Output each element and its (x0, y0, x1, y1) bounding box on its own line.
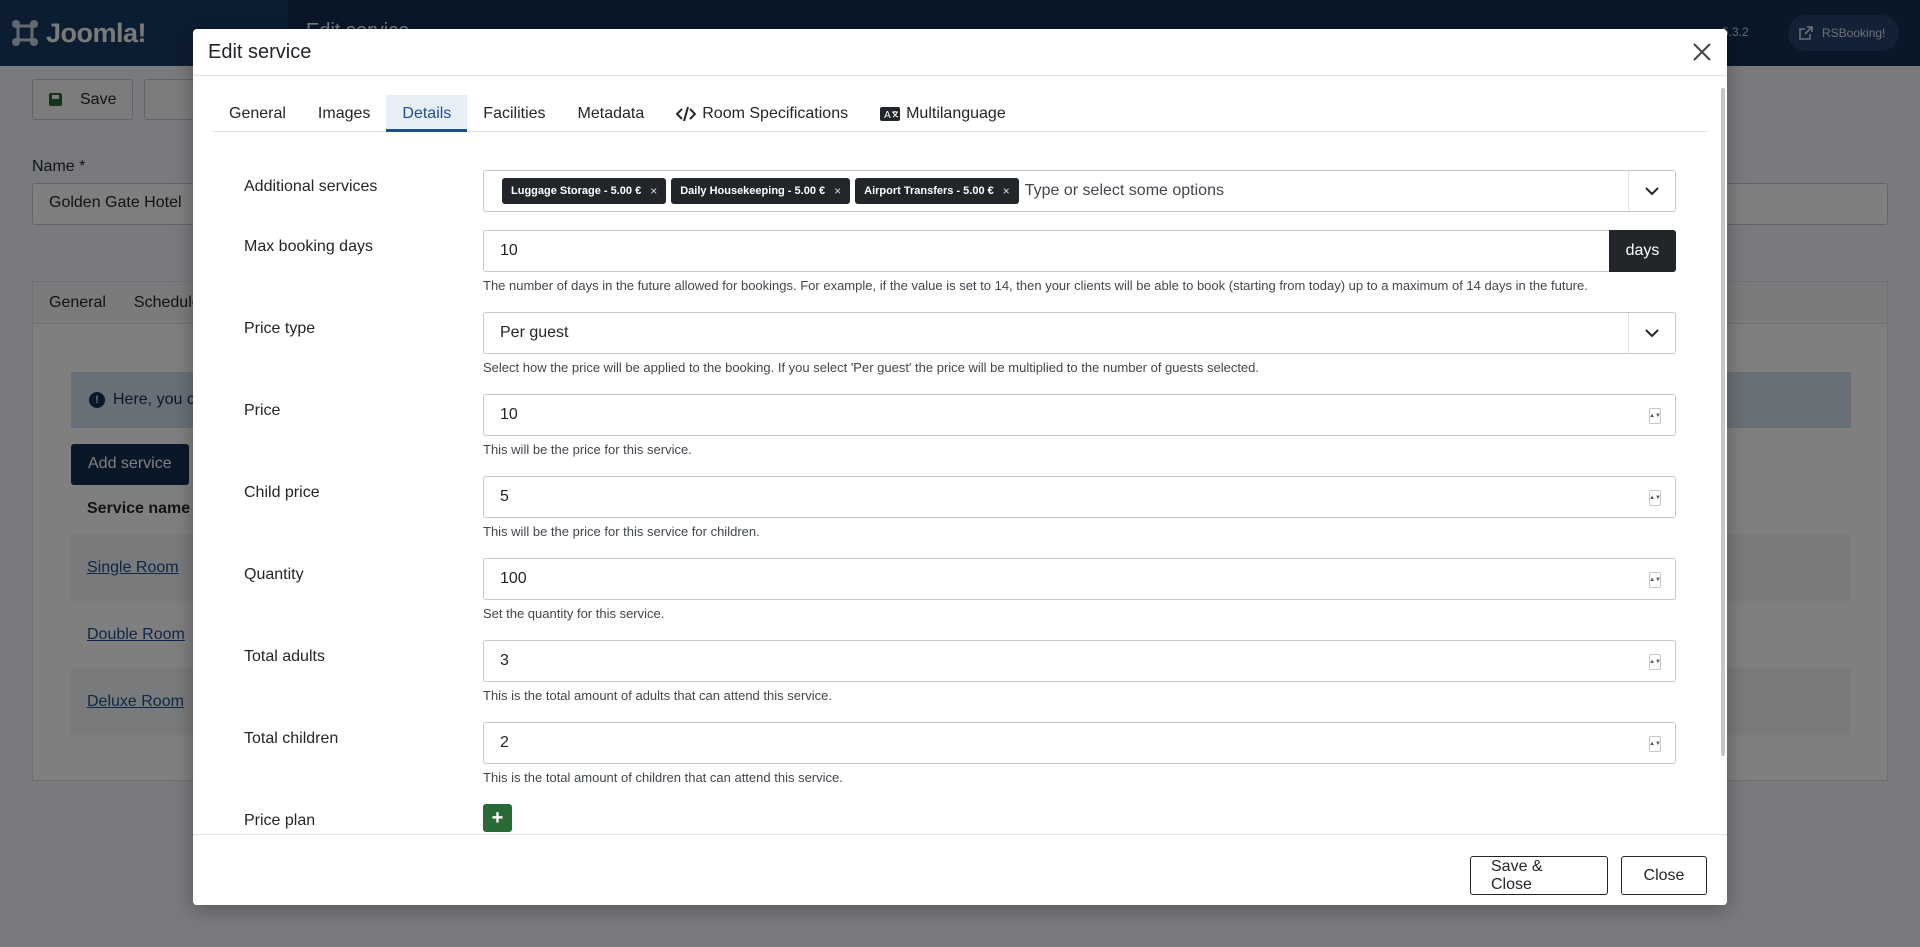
modal-header: Edit service (193, 29, 1727, 76)
quantity-label: Quantity (244, 566, 304, 583)
price-help: This will be the price for this service. (483, 442, 692, 457)
remove-chip-icon[interactable]: × (834, 184, 841, 198)
remove-chip-icon[interactable]: × (1003, 184, 1010, 198)
modal-footer: Save & Close Close (193, 834, 1727, 905)
number-spinner-icon[interactable]: ▲▼ (1649, 408, 1661, 424)
chip-luggage-storage: Luggage Storage - 5.00 € × (502, 178, 667, 204)
number-spinner-icon[interactable]: ▲▼ (1649, 654, 1661, 670)
language-icon: A (880, 106, 901, 121)
price-input[interactable]: 10 ▲▼ (483, 394, 1676, 436)
child-price-label: Child price (244, 484, 320, 501)
svg-text:A: A (884, 110, 891, 121)
tab-general[interactable]: General (213, 95, 302, 132)
price-plan-label: Price plan (244, 812, 316, 829)
price-type-help: Select how the price will be applied to … (483, 360, 1260, 375)
code-icon (676, 106, 697, 121)
tab-details[interactable]: Details (386, 95, 468, 132)
chevron-down-icon (1645, 328, 1659, 337)
price-label: Price (244, 402, 281, 419)
edit-service-modal: Edit service General Images Details Faci… (193, 29, 1727, 905)
tab-label: Images (317, 104, 371, 122)
max-booking-days-input[interactable]: 10 days (483, 230, 1676, 272)
tab-label: Facilities (483, 104, 546, 122)
tab-facilities[interactable]: Facilities (467, 95, 561, 132)
chip-label: Luggage Storage - 5.00 € (511, 185, 642, 197)
total-children-input[interactable]: 2 ▲▼ (483, 722, 1676, 764)
total-adults-label: Total adults (244, 648, 325, 665)
quantity-value: 100 (500, 570, 527, 587)
tab-images[interactable]: Images (302, 95, 386, 132)
number-spinner-icon[interactable]: ▲▼ (1649, 490, 1661, 506)
total-adults-value: 3 (500, 652, 509, 669)
child-price-help: This will be the price for this service … (483, 524, 760, 539)
total-children-value: 2 (500, 734, 509, 751)
remove-chip-icon[interactable]: × (650, 184, 657, 198)
number-spinner-icon[interactable]: ▲▼ (1649, 572, 1661, 588)
child-price-value: 5 (500, 488, 509, 505)
modal-tabs: General Images Details Facilities Metada… (213, 95, 1707, 132)
price-value: 10 (500, 406, 518, 423)
chip-label: Daily Housekeeping - 5.00 € (680, 185, 826, 197)
additional-services-label: Additional services (244, 178, 378, 195)
tab-room-specifications[interactable]: Room Specifications (660, 95, 864, 132)
total-adults-help: This is the total amount of adults that … (483, 688, 833, 703)
chip-daily-housekeeping: Daily Housekeeping - 5.00 € × (671, 178, 851, 204)
number-spinner-icon[interactable]: ▲▼ (1649, 736, 1661, 752)
add-price-plan-button[interactable]: + (483, 804, 512, 832)
price-type-label: Price type (244, 320, 316, 337)
tab-label: General (229, 104, 286, 122)
scrollbar[interactable] (1721, 88, 1725, 756)
chip-label: Airport Transfers - 5.00 € (864, 185, 994, 197)
modal-title: Edit service (208, 40, 312, 63)
child-price-input[interactable]: 5 ▲▼ (483, 476, 1676, 518)
total-adults-input[interactable]: 3 ▲▼ (483, 640, 1676, 682)
max-booking-days-help: The number of days in the future allowed… (483, 278, 1588, 293)
tab-metadata[interactable]: Metadata (562, 95, 661, 132)
additional-services-search[interactable]: Type or select some options (1025, 182, 1224, 200)
quantity-input[interactable]: 100 ▲▼ (483, 558, 1676, 600)
close-button[interactable]: Close (1621, 856, 1707, 895)
dropdown-toggle[interactable] (1628, 171, 1675, 211)
tab-label: Details (402, 104, 452, 122)
quantity-help: Set the quantity for this service. (483, 606, 665, 621)
tab-label: Room Specifications (702, 104, 849, 122)
total-children-help: This is the total amount of children tha… (483, 770, 843, 785)
additional-services-select[interactable]: Luggage Storage - 5.00 € × Daily Housekee… (483, 170, 1676, 212)
save-close-button[interactable]: Save & Close (1470, 856, 1608, 895)
chip-airport-transfers: Airport Transfers - 5.00 € × (855, 178, 1019, 204)
price-type-value: Per guest (500, 324, 569, 341)
tab-label: Multilanguage (906, 104, 1006, 122)
dropdown-toggle[interactable] (1628, 313, 1675, 353)
close-icon[interactable] (1691, 41, 1713, 63)
tab-multilanguage[interactable]: A Multilanguage (864, 95, 1022, 132)
days-addon: days (1609, 230, 1676, 272)
max-booking-days-label: Max booking days (244, 238, 373, 255)
tab-label: Metadata (577, 104, 645, 122)
price-type-select[interactable]: Per guest (483, 312, 1676, 354)
chevron-down-icon (1645, 186, 1659, 195)
modal-body: General Images Details Facilities Metada… (193, 76, 1727, 834)
total-children-label: Total children (244, 730, 339, 747)
max-booking-days-value: 10 (500, 242, 518, 259)
